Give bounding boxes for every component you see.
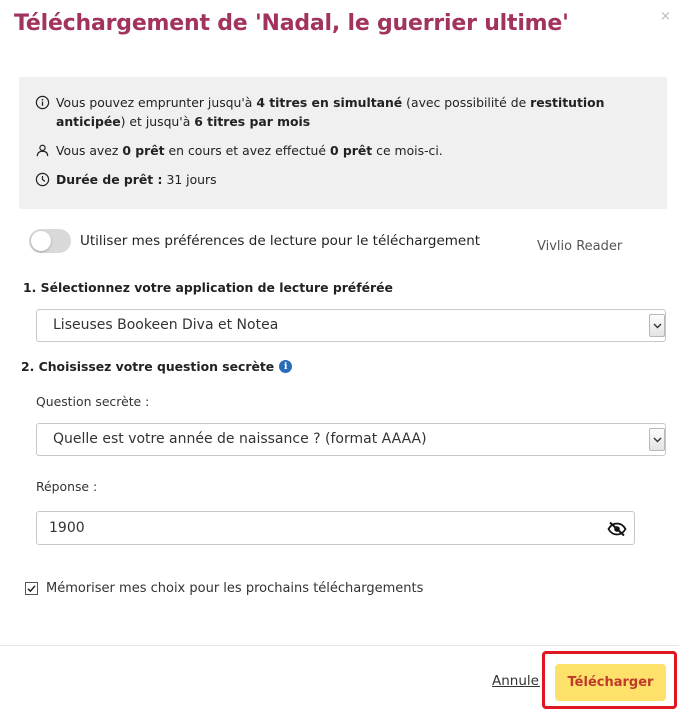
- preferences-toggle-label: Utiliser mes préférences de lecture pour…: [80, 233, 481, 249]
- step2-heading: 2. Choisissez votre question secrète i: [21, 359, 293, 374]
- reading-app-value: Liseuses Bookeen Diva et Notea: [53, 317, 279, 333]
- dialog-title: Téléchargement de 'Nadal, le guerrier ul…: [14, 11, 569, 36]
- eye-slash-icon[interactable]: [607, 521, 627, 537]
- preferences-toggle[interactable]: [29, 229, 71, 253]
- loan-limit-info: Vous pouvez emprunter jusqu'à 4 titres e…: [35, 93, 653, 131]
- toggle-knob: [31, 231, 51, 251]
- loan-info-box: Vous pouvez emprunter jusqu'à 4 titres e…: [19, 77, 667, 209]
- secret-question-value: Quelle est votre année de naissance ? (f…: [53, 431, 427, 447]
- step1-heading: 1. Sélectionnez votre application de lec…: [23, 280, 393, 295]
- help-info-icon[interactable]: i: [279, 360, 293, 373]
- cancel-button[interactable]: Annuler: [492, 673, 540, 689]
- checkmark-icon: [27, 585, 36, 593]
- chevron-down-icon[interactable]: [649, 314, 665, 337]
- secret-question-select[interactable]: Quelle est votre année de naissance ? (f…: [36, 423, 666, 456]
- clock-icon: [35, 172, 50, 187]
- remember-label: Mémoriser mes choix pour les prochains t…: [46, 581, 424, 596]
- user-icon: [36, 144, 49, 157]
- reading-app-select[interactable]: Liseuses Bookeen Diva et Notea: [36, 309, 666, 342]
- answer-input[interactable]: [36, 511, 635, 545]
- close-icon[interactable]: ×: [660, 9, 671, 24]
- loan-duration-text: Durée de prêt : 31 jours: [56, 172, 217, 187]
- current-loans-info: Vous avez 0 prêt en cours et avez effect…: [35, 141, 653, 160]
- chevron-down-icon[interactable]: [649, 428, 665, 451]
- answer-label: Réponse :: [36, 479, 98, 494]
- remember-checkbox[interactable]: [25, 582, 38, 595]
- download-button[interactable]: Télécharger: [555, 664, 666, 701]
- info-circle-icon: [35, 95, 50, 110]
- remember-choices-row: Mémoriser mes choix pour les prochains t…: [25, 581, 423, 596]
- preferences-toggle-row: Utiliser mes préférences de lecture pour…: [29, 229, 480, 253]
- loan-limit-text: Vous pouvez emprunter jusqu'à 4 titres e…: [56, 95, 605, 129]
- loan-duration-info: Durée de prêt : 31 jours: [35, 170, 653, 189]
- reader-name-label: Vivlio Reader: [537, 239, 623, 254]
- current-loans-text: Vous avez 0 prêt en cours et avez effect…: [56, 143, 443, 158]
- secret-question-label: Question secrète :: [36, 394, 150, 409]
- download-dialog: Téléchargement de 'Nadal, le guerrier ul…: [0, 0, 679, 713]
- footer-divider: [0, 645, 679, 646]
